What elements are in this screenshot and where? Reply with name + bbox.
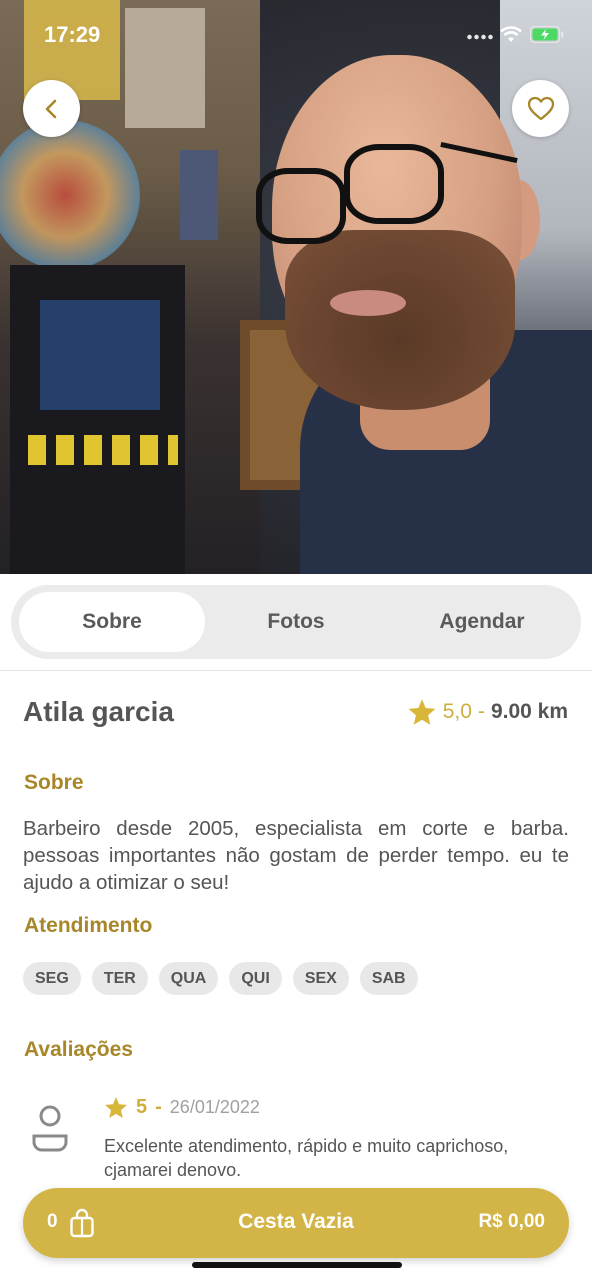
review-header: 5 - 26/01/2022 (104, 1096, 260, 1119)
status-bar: 17:29 (0, 0, 592, 72)
heart-icon (527, 96, 554, 120)
rating-separator: - (477, 700, 485, 723)
glasses (344, 144, 444, 224)
wifi-icon (500, 26, 522, 42)
cart-total: R$ 0,00 (478, 1211, 545, 1232)
review-separator: - (155, 1096, 162, 1118)
divider (0, 670, 592, 671)
person-beard (285, 230, 515, 410)
signal-dots-icon (466, 34, 494, 40)
day-chip: SEG (23, 962, 81, 995)
tab-agendar[interactable]: Agendar (387, 585, 577, 659)
distance: 9.00 km (490, 700, 568, 723)
tab-bar: Sobre Fotos Agendar (11, 585, 581, 659)
day-chip: QUI (229, 962, 282, 995)
rating-value: 5,0 (442, 700, 472, 723)
home-indicator (192, 1262, 402, 1268)
section-title-atendimento: Atendimento (24, 914, 153, 937)
back-chevron-icon (45, 99, 56, 118)
day-chip: SAB (359, 962, 418, 995)
review-score: 5 (136, 1096, 148, 1118)
review-text: Excelente atendimento, rápido e muito ca… (104, 1136, 509, 1180)
user-avatar-icon (32, 1105, 68, 1152)
glasses (256, 168, 346, 244)
favorite-button[interactable] (512, 80, 569, 137)
barber-name: Atila garcia (23, 696, 174, 727)
photo-background (28, 435, 178, 465)
rating-row: 5,0 - 9.00 km (407, 698, 568, 726)
about-text: Barbeiro desde 2005, especialista em cor… (23, 817, 569, 894)
day-chip: QUA (158, 962, 219, 995)
section-title-avaliacoes: Avaliações (24, 1038, 133, 1061)
cart-button[interactable]: 0 Cesta Vazia R$ 0,00 (23, 1188, 569, 1258)
review-date: 26/01/2022 (169, 1097, 260, 1117)
photo-background (40, 300, 160, 410)
photo-background (180, 150, 218, 240)
person-lips (330, 290, 406, 316)
tab-fotos[interactable]: Fotos (201, 585, 391, 659)
service-days: SEG TER QUA QUI SEX SAB (23, 962, 418, 995)
tab-sobre[interactable]: Sobre (19, 592, 205, 652)
day-chip: SEX (292, 962, 349, 995)
star-icon (408, 699, 436, 725)
battery-icon (530, 26, 564, 43)
star-icon (105, 1097, 127, 1118)
back-button[interactable] (23, 80, 80, 137)
status-time: 17:29 (44, 22, 101, 47)
section-title-sobre: Sobre (24, 771, 84, 794)
profile-photo (0, 0, 592, 574)
day-chip: TER (91, 962, 148, 995)
